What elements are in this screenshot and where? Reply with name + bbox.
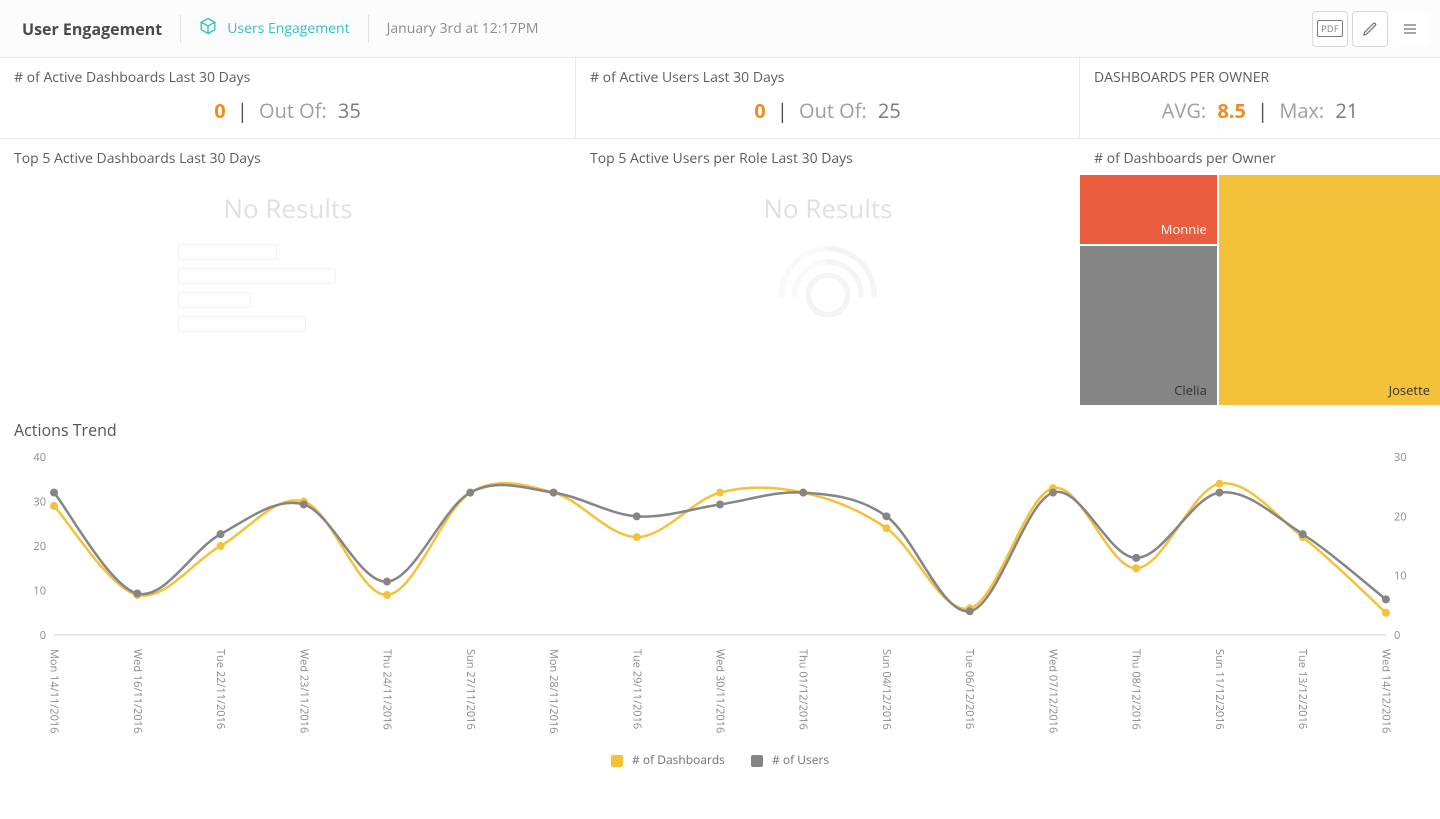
kpi-label: # of Active Users Last 30 Days — [590, 68, 1065, 87]
panel-title: Actions Trend — [14, 419, 1426, 441]
legend-label: # of Users — [772, 751, 829, 768]
svg-text:Thu 24/11/2016: Thu 24/11/2016 — [380, 649, 395, 730]
kpi-outof-value: 25 — [878, 97, 901, 124]
kpi-value-row: 0 | Out Of: 25 — [590, 97, 1065, 124]
cube-icon — [199, 17, 217, 40]
svg-text:20: 20 — [33, 539, 46, 554]
kpi-separator: | — [1257, 97, 1268, 124]
edit-button[interactable] — [1352, 11, 1388, 47]
pdf-icon: PDF — [1317, 20, 1343, 37]
panel-treemap: # of Dashboards per Owner Monnie Clelia … — [1080, 139, 1440, 409]
kpi-value: 0 — [754, 97, 765, 124]
breadcrumb[interactable]: Users Engagement — [199, 17, 349, 40]
panel-actions-trend: Actions Trend 0 10 20 30 40 0 10 20 30 Mon 14/11/… — [0, 409, 1440, 782]
svg-text:Tue 06/12/2016: Tue 06/12/2016 — [962, 649, 977, 729]
legend-swatch-icon — [611, 755, 623, 767]
treemap-label: Josette — [1389, 381, 1430, 399]
kpi-separator: | — [237, 97, 248, 124]
legend-swatch-icon — [751, 755, 763, 767]
kpi-active-dashboards: # of Active Dashboards Last 30 Days 0 | … — [0, 58, 576, 138]
kpi-row: # of Active Dashboards Last 30 Days 0 | … — [0, 58, 1440, 139]
panel-title: Top 5 Active Users per Role Last 30 Days — [590, 149, 1066, 168]
svg-text:20: 20 — [1394, 509, 1407, 524]
treemap-cell-monnie[interactable]: Monnie — [1080, 175, 1217, 244]
top-actions: PDF — [1312, 0, 1428, 57]
svg-text:Thu 08/12/2016: Thu 08/12/2016 — [1129, 649, 1144, 730]
svg-text:Tue 22/11/2016: Tue 22/11/2016 — [213, 649, 228, 729]
panel-top-users: Top 5 Active Users per Role Last 30 Days… — [576, 139, 1080, 409]
menu-button[interactable] — [1392, 11, 1428, 47]
no-results-text: No Results — [590, 190, 1066, 226]
kpi-outof-value: 35 — [338, 97, 361, 124]
panel-top-dashboards: Top 5 Active Dashboards Last 30 Days No … — [0, 139, 576, 409]
svg-text:Wed 07/12/2016: Wed 07/12/2016 — [1045, 649, 1060, 733]
svg-text:40: 40 — [33, 450, 46, 465]
page-title: User Engagement — [22, 18, 162, 40]
legend-item-users[interactable]: # of Users — [751, 751, 829, 768]
svg-text:Tue 13/12/2016: Tue 13/12/2016 — [1295, 649, 1310, 729]
svg-text:Wed 23/11/2016: Wed 23/11/2016 — [296, 649, 311, 733]
top-toolbar: User Engagement Users Engagement January… — [0, 0, 1440, 58]
treemap-cell-josette[interactable]: Josette — [1217, 175, 1440, 405]
svg-text:Mon 14/11/2016: Mon 14/11/2016 — [47, 649, 62, 733]
panel-title: Top 5 Active Dashboards Last 30 Days — [14, 149, 562, 168]
kpi-outof-label: Out Of: — [259, 97, 327, 124]
svg-text:10: 10 — [1394, 569, 1407, 584]
svg-text:30: 30 — [33, 495, 46, 510]
legend-label: # of Dashboards — [632, 751, 725, 768]
last-updated: January 3rd at 12:17PM — [387, 19, 539, 38]
svg-text:10: 10 — [33, 584, 46, 599]
svg-text:Sun 04/12/2016: Sun 04/12/2016 — [879, 649, 894, 730]
svg-text:Tue 29/11/2016: Tue 29/11/2016 — [629, 649, 644, 729]
donut-placeholder-icon — [590, 240, 1066, 350]
kpi-avg-label: AVG: — [1162, 97, 1206, 124]
panels-row: Top 5 Active Dashboards Last 30 Days No … — [0, 139, 1440, 409]
hamburger-icon — [1402, 21, 1418, 37]
treemap-chart[interactable]: Monnie Clelia Josette — [1080, 175, 1440, 405]
svg-text:Sun 27/11/2016: Sun 27/11/2016 — [463, 649, 478, 730]
svg-text:Sun 11/12/2016: Sun 11/12/2016 — [1212, 649, 1227, 730]
svg-text:30: 30 — [1394, 450, 1407, 465]
svg-text:0: 0 — [1394, 628, 1400, 643]
treemap-cell-clelia[interactable]: Clelia — [1080, 244, 1217, 405]
svg-text:Wed 14/12/2016: Wed 14/12/2016 — [1378, 649, 1393, 733]
kpi-avg-value: 8.5 — [1217, 97, 1246, 124]
pencil-icon — [1362, 21, 1378, 37]
trend-chart[interactable]: 0 10 20 30 40 0 10 20 30 Mon 14/11/2016 Wed 16/11/… — [14, 447, 1426, 747]
chart-legend: # of Dashboards # of Users — [14, 751, 1426, 768]
svg-text:Mon 28/11/2016: Mon 28/11/2016 — [546, 649, 561, 733]
toolbar-divider — [368, 15, 369, 43]
treemap-label: Monnie — [1161, 220, 1207, 238]
kpi-max-label: Max: — [1279, 97, 1324, 124]
kpi-value-row: AVG: 8.5 | Max: 21 — [1094, 97, 1426, 124]
panel-title: # of Dashboards per Owner — [1094, 149, 1426, 168]
kpi-label: DASHBOARDS PER OWNER — [1094, 68, 1426, 87]
kpi-separator: | — [777, 97, 788, 124]
kpi-max-value: 21 — [1335, 97, 1358, 124]
skeleton-bars-icon — [178, 244, 398, 332]
breadcrumb-label: Users Engagement — [227, 19, 349, 38]
kpi-label: # of Active Dashboards Last 30 Days — [14, 68, 561, 87]
legend-item-dashboards[interactable]: # of Dashboards — [611, 751, 725, 768]
kpi-active-users: # of Active Users Last 30 Days 0 | Out O… — [576, 58, 1080, 138]
svg-text:Thu 01/12/2016: Thu 01/12/2016 — [796, 649, 811, 730]
treemap-label: Clelia — [1174, 381, 1207, 399]
no-results-text: No Results — [14, 190, 562, 226]
toolbar-divider — [180, 15, 181, 43]
export-pdf-button[interactable]: PDF — [1312, 11, 1348, 47]
kpi-dashboards-per-owner: DASHBOARDS PER OWNER AVG: 8.5 | Max: 21 — [1080, 58, 1440, 138]
kpi-value-row: 0 | Out Of: 35 — [14, 97, 561, 124]
svg-text:Wed 30/11/2016: Wed 30/11/2016 — [712, 649, 727, 733]
kpi-outof-label: Out Of: — [799, 97, 867, 124]
svg-text:Wed 16/11/2016: Wed 16/11/2016 — [130, 649, 145, 733]
svg-text:0: 0 — [40, 628, 46, 643]
kpi-value: 0 — [214, 97, 225, 124]
